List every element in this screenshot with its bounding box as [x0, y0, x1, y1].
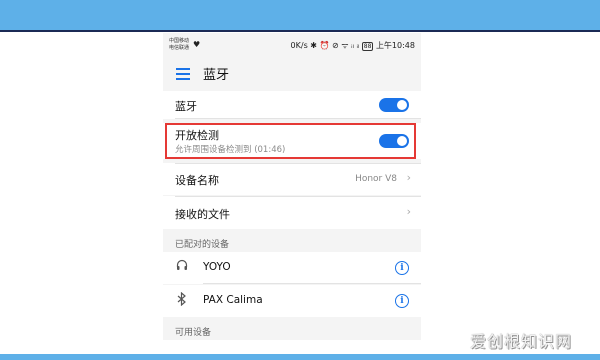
watermark: 爱创根知识网 — [469, 332, 572, 351]
status-right: 0K/s ✱ ⏰ ⊘ ᯤ ᵢₗ ᵢₗ 88 上午10:48 — [291, 40, 415, 51]
available-section-title: 可用设备 — [175, 328, 212, 338]
paired-device-row[interactable]: PAX Calima i — [163, 285, 421, 317]
received-files-row[interactable]: 接收的文件 › — [163, 196, 421, 229]
headphones-icon — [175, 259, 189, 274]
menu-icon[interactable] — [176, 68, 190, 80]
paired-device-row[interactable]: YOYO i — [163, 252, 421, 284]
paired-device-name: PAX Calima — [203, 294, 263, 306]
received-files-label: 接收的文件 — [175, 208, 230, 221]
carrier-line-2: 电信联通 — [169, 45, 190, 51]
device-name-row[interactable]: 设备名称 Honor V8 › — [163, 163, 421, 195]
highlight-box — [165, 123, 416, 159]
heart-icon: ♥ — [193, 40, 201, 49]
bottom-banner — [0, 354, 600, 360]
battery-indicator: 88 — [361, 42, 374, 51]
row-divider — [203, 283, 421, 284]
chevron-right-icon: › — [406, 205, 411, 218]
status-bar: 中国移动 电信联通 ♥ 0K/s ✱ ⏰ ⊘ ᯤ ᵢₗ ᵢₗ 88 上午10:4… — [163, 33, 421, 59]
info-icon[interactable]: i — [395, 261, 409, 275]
page-title: 蓝牙 — [203, 68, 230, 83]
bluetooth-toggle[interactable] — [379, 98, 409, 112]
row-divider — [175, 163, 421, 164]
banner-divider — [0, 30, 600, 32]
carrier-info: 中国移动 电信联通 — [169, 38, 189, 52]
paired-device-name: YOYO — [203, 261, 231, 273]
network-speed: 0K/s — [290, 41, 308, 50]
status-icons: ✱ ⏰ ⊘ ᯤ ᵢₗ ᵢₗ — [310, 41, 360, 50]
paired-section-title: 已配对的设备 — [175, 240, 230, 250]
phone-screen: 中国移动 电信联通 ♥ 0K/s ✱ ⏰ ⊘ ᯤ ᵢₗ ᵢₗ 88 上午10:4… — [163, 33, 421, 360]
bluetooth-icon — [175, 291, 189, 309]
top-banner — [0, 0, 600, 30]
app-bar: 蓝牙 — [163, 59, 421, 89]
row-divider — [175, 118, 421, 119]
device-name-value: Honor V8 — [355, 174, 397, 184]
clock: 上午10:48 — [375, 41, 415, 50]
device-name-label: 设备名称 — [175, 174, 219, 187]
row-divider — [175, 196, 421, 197]
info-icon[interactable]: i — [395, 294, 409, 308]
chevron-right-icon: › — [406, 171, 411, 184]
carrier-line-1: 中国移动 — [169, 38, 190, 44]
bluetooth-row[interactable]: 蓝牙 — [163, 91, 421, 119]
bluetooth-label: 蓝牙 — [175, 100, 197, 113]
